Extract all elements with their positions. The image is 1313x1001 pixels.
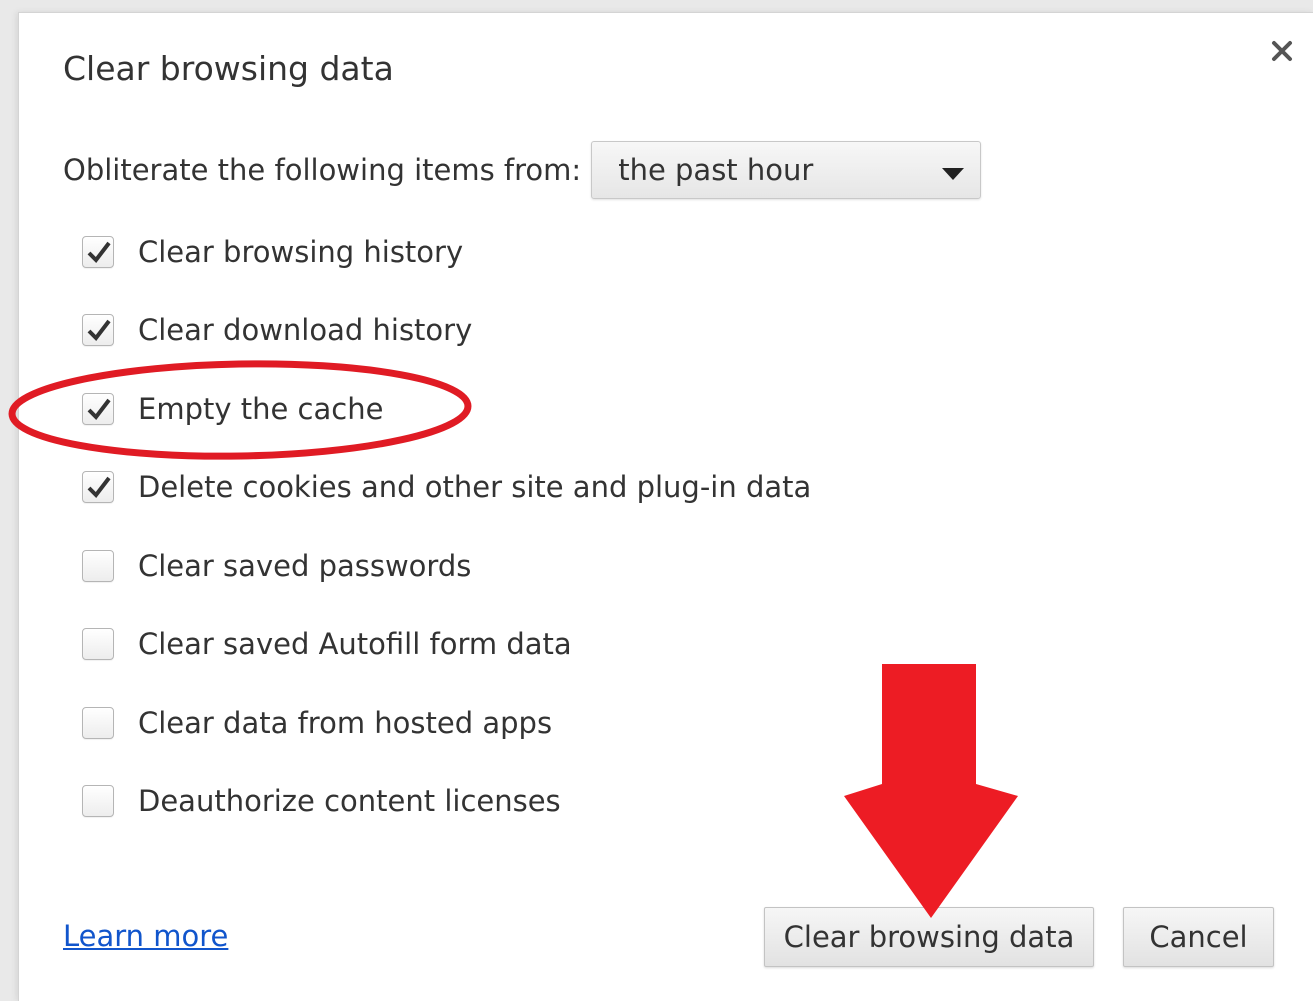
dropdown-arrow-icon <box>942 165 965 184</box>
clear-browsing-data-button[interactable]: Clear browsing data <box>764 907 1094 967</box>
time-range-selected-value: the past hour <box>618 153 814 187</box>
clear-browsing-data-dialog: Clear browsing data Obliterate the follo… <box>18 12 1313 1001</box>
time-range-row: Obliterate the following items from: the… <box>63 139 982 201</box>
option-label: Clear saved passwords <box>138 549 472 583</box>
checkmark-icon <box>87 241 111 264</box>
checkbox-deauthorize-licenses[interactable] <box>82 785 114 817</box>
checkbox-clear-autofill-data[interactable] <box>82 628 114 660</box>
checkbox-clear-download-history[interactable] <box>82 314 114 346</box>
option-label: Clear data from hosted apps <box>138 706 553 740</box>
option-label: Deauthorize content licenses <box>138 784 561 818</box>
option-label: Clear browsing history <box>138 235 464 269</box>
option-label: Delete cookies and other site and plug-i… <box>138 470 812 504</box>
learn-more-link[interactable]: Learn more <box>63 919 228 953</box>
checkmark-icon <box>87 319 111 342</box>
checkmark-icon <box>87 476 111 499</box>
option-clear-hosted-app-data[interactable]: Clear data from hosted apps <box>82 703 552 743</box>
option-clear-saved-passwords[interactable]: Clear saved passwords <box>82 546 471 586</box>
checkmark-icon <box>87 398 111 421</box>
option-label: Clear download history <box>138 313 473 347</box>
dialog-title: Clear browsing data <box>63 49 394 88</box>
checkbox-clear-browsing-history[interactable] <box>82 236 114 268</box>
checkbox-clear-saved-passwords[interactable] <box>82 550 114 582</box>
cancel-button[interactable]: Cancel <box>1123 907 1274 967</box>
time-range-select[interactable]: the past hour <box>591 141 982 199</box>
checkbox-delete-cookies[interactable] <box>82 471 114 503</box>
option-label: Clear saved Autofill form data <box>138 627 572 661</box>
close-icon[interactable] <box>1266 35 1298 67</box>
option-delete-cookies[interactable]: Delete cookies and other site and plug-i… <box>82 467 811 507</box>
option-clear-browsing-history[interactable]: Clear browsing history <box>82 232 463 272</box>
option-clear-download-history[interactable]: Clear download history <box>82 310 472 350</box>
option-label: Empty the cache <box>138 392 384 426</box>
checkbox-empty-the-cache[interactable] <box>82 393 114 425</box>
checkbox-clear-hosted-app-data[interactable] <box>82 707 114 739</box>
option-deauthorize-licenses[interactable]: Deauthorize content licenses <box>82 781 561 821</box>
time-range-label: Obliterate the following items from: <box>63 153 582 187</box>
option-clear-autofill-data[interactable]: Clear saved Autofill form data <box>82 624 572 664</box>
option-empty-the-cache[interactable]: Empty the cache <box>82 389 383 429</box>
